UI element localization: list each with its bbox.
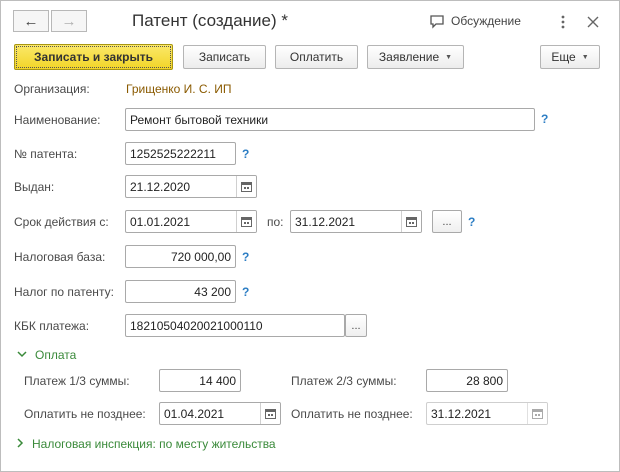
payment1-label: Платеж 1/3 суммы:	[24, 374, 130, 388]
due1-date-field[interactable]: 01.04.2021	[159, 402, 281, 425]
inspection-group-title: Налоговая инспекция: по месту жительства	[32, 437, 276, 451]
issued-label: Выдан:	[14, 180, 55, 194]
patent-form-window: ← → Патент (создание) * Обсуждение Запис…	[0, 0, 620, 472]
payment-group-toggle[interactable]: Оплата	[17, 348, 76, 362]
due1-date-value: 01.04.2021	[164, 406, 225, 421]
back-button[interactable]: ←	[13, 10, 49, 32]
application-label: Заявление	[378, 50, 440, 64]
discussion-button[interactable]: Обсуждение	[429, 13, 521, 29]
patent-tax-input[interactable]: 43 200	[125, 280, 236, 303]
payment1-input[interactable]: 14 400	[159, 369, 241, 392]
discussion-label: Обсуждение	[451, 14, 521, 28]
patent-tax-label: Налог по патенту:	[14, 285, 114, 299]
calendar-icon[interactable]	[527, 403, 547, 424]
payment2-label: Платеж 2/3 суммы:	[291, 374, 397, 388]
tax-base-input[interactable]: 720 000,00	[125, 245, 236, 268]
arrow-right-icon: →	[61, 12, 77, 30]
calendar-icon[interactable]	[260, 403, 280, 424]
tax-base-label: Налоговая база:	[14, 250, 106, 264]
forward-button[interactable]: →	[51, 10, 87, 32]
calendar-icon[interactable]	[236, 211, 256, 232]
issued-date-value: 21.12.2020	[130, 179, 191, 194]
more-dropdown-button[interactable]: Еще ▼	[540, 45, 600, 69]
caret-down-icon: ▼	[445, 53, 453, 61]
more-label: Еще	[551, 50, 576, 64]
issued-date-field[interactable]: 21.12.2020	[125, 175, 257, 198]
arrow-left-icon: ←	[23, 12, 39, 30]
kbk-select-button[interactable]: ...	[345, 314, 367, 337]
patent-number-help-icon[interactable]: ?	[242, 147, 249, 161]
caret-down-icon: ▼	[581, 53, 589, 61]
name-help-icon[interactable]: ?	[541, 112, 548, 126]
chat-icon	[429, 13, 445, 29]
vertical-dots-icon[interactable]	[558, 14, 568, 30]
validity-to-field[interactable]: 31.12.2021	[290, 210, 422, 233]
close-icon[interactable]	[585, 14, 601, 30]
kbk-input[interactable]: 18210504020021000110	[125, 314, 345, 337]
validity-to-label: по:	[267, 215, 284, 229]
name-input[interactable]: Ремонт бытовой техники	[125, 108, 535, 131]
chevron-right-icon	[17, 437, 24, 451]
due2-label: Оплатить не позднее:	[291, 407, 413, 421]
organization-value[interactable]: Грищенко И. С. ИП	[126, 82, 232, 96]
validity-to-value: 31.12.2021	[295, 214, 356, 229]
calendar-icon[interactable]	[236, 176, 256, 197]
organization-label: Организация:	[14, 82, 90, 96]
period-select-button[interactable]: ...	[432, 210, 462, 233]
payment2-input[interactable]: 28 800	[426, 369, 508, 392]
calendar-icon[interactable]	[401, 211, 421, 232]
patent-tax-help-icon[interactable]: ?	[242, 285, 249, 299]
validity-from-label: Срок действия с:	[14, 215, 109, 229]
save-and-close-button[interactable]: Записать и закрыть	[14, 44, 173, 70]
patent-number-label: № патента:	[14, 147, 78, 161]
due2-date-field[interactable]: 31.12.2021	[426, 402, 548, 425]
pay-button[interactable]: Оплатить	[275, 45, 358, 69]
kbk-label: КБК платежа:	[14, 319, 90, 333]
save-button[interactable]: Записать	[183, 45, 266, 69]
name-label: Наименование:	[14, 113, 101, 127]
validity-help-icon[interactable]: ?	[468, 215, 475, 229]
validity-from-field[interactable]: 01.01.2021	[125, 210, 257, 233]
inspection-group-toggle[interactable]: Налоговая инспекция: по месту жительства	[17, 437, 276, 451]
chevron-down-icon	[17, 349, 27, 361]
payment-group-title: Оплата	[35, 348, 77, 362]
validity-from-value: 01.01.2021	[130, 214, 191, 229]
tax-base-help-icon[interactable]: ?	[242, 250, 249, 264]
patent-number-input[interactable]: 1252525222211	[125, 142, 236, 165]
due1-label: Оплатить не позднее:	[24, 407, 146, 421]
page-title: Патент (создание) *	[132, 11, 288, 30]
application-dropdown-button[interactable]: Заявление ▼	[367, 45, 464, 69]
due2-date-value: 31.12.2021	[431, 406, 492, 421]
